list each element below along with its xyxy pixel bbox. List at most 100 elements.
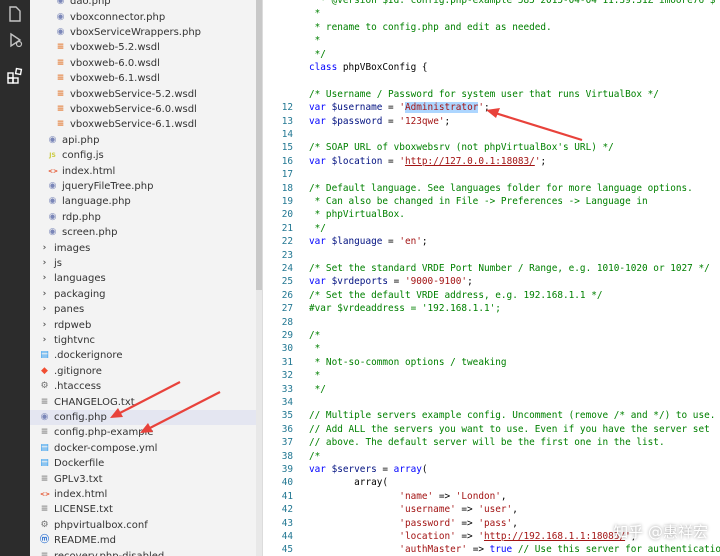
code-token: ; (467, 276, 473, 288)
file-tree-item[interactable]: ≡ vboxweb-6.0.wsdl (30, 56, 262, 71)
code-text: * (309, 342, 321, 355)
file-tree-item[interactable]: ≡ vboxwebService-6.0.wsdl (30, 102, 262, 117)
php-file-icon: ◉ (48, 134, 57, 145)
code-line: */ (263, 48, 720, 61)
code-text: #var $vrdeaddress = '192.168.1.1'; (309, 302, 501, 315)
code-line: 25 var $vrdeports = '9000-9100'; (263, 275, 720, 288)
code-token: 'name' (309, 490, 434, 502)
file-tree-item[interactable]: ⓜ README.md (30, 533, 262, 548)
file-tree-label: index.html (54, 488, 108, 500)
file-tree-item[interactable]: › rdpweb (30, 317, 262, 332)
file-tree-item[interactable]: <> index.html (30, 163, 262, 178)
file-tree-item[interactable]: ◉ config.php (30, 409, 262, 426)
code-line: class phpVBoxConfig { (263, 61, 720, 74)
extensions-icon[interactable] (5, 66, 25, 86)
line-number: 19 (281, 196, 293, 207)
code-token: = (382, 236, 400, 248)
file-tree-item[interactable]: ◉ api.php (30, 133, 262, 148)
code-editor[interactable]: * @version $Id: config.php-example 585 2… (263, 0, 720, 556)
file-tree-item[interactable]: ≡ config.php-example (30, 425, 262, 440)
code-text: // Multiple servers example config. Unco… (309, 409, 715, 422)
file-tree-label: phpvirtualbox.conf (54, 519, 148, 531)
line-number: 20 (281, 209, 293, 221)
file-tree-label: recovery.php-disabled (54, 551, 164, 556)
code-text: /* Set the standard VRDE Port Number / R… (309, 262, 710, 275)
line-number: 40 (281, 477, 293, 489)
file-tree-item[interactable]: ≡ GPLv3.txt (30, 471, 262, 486)
file-tree-item[interactable]: › tightvnc (30, 333, 262, 348)
file-tree-item[interactable]: ▤ .dockerignore (30, 348, 262, 363)
folder-chevron-icon: › (42, 319, 47, 330)
code-token: var (309, 464, 332, 475)
file-tree-label: screen.php (62, 227, 118, 239)
code-token: $servers (331, 464, 377, 475)
file-tree-item[interactable]: ≡ vboxweb-5.2.wsdl (30, 40, 262, 55)
code-token: * (309, 343, 321, 355)
file-tree-item[interactable]: <> index.html (30, 487, 262, 502)
file-tree-item[interactable]: ◉ rdp.php (30, 210, 262, 225)
file-tree-item[interactable]: ◉ vboxconnector.php (30, 9, 262, 24)
line-number: 38 (281, 450, 293, 462)
code-token: => (455, 504, 479, 516)
line-number: 28 (281, 316, 293, 328)
file-tree-item[interactable]: › images (30, 240, 262, 255)
code-line: * (263, 34, 720, 47)
code-line: 16 var $location = 'http://127.0.0.1:1808… (263, 155, 720, 168)
files-icon[interactable] (5, 4, 25, 24)
wsdl-file-icon: ≡ (56, 73, 65, 84)
file-tree-item[interactable]: ◉ jqueryFileTree.php (30, 179, 262, 194)
file-tree-label: GPLv3.txt (54, 473, 103, 485)
code-line: 22 var $language = 'en'; (263, 235, 720, 248)
wsdl-file-icon: ≡ (56, 42, 65, 53)
file-tree-item[interactable]: ≡ vboxweb-6.1.wsdl (30, 71, 262, 86)
file-tree-item[interactable]: ≡ LICENSE.txt (30, 502, 262, 517)
code-token: $location (331, 155, 383, 167)
file-tree-item[interactable]: ▤ docker-compose.yml (30, 441, 262, 456)
line-number: 35 (281, 410, 293, 422)
code-token: // Use this server for authentication (512, 544, 720, 556)
file-tree-item[interactable]: ◉ language.php (30, 194, 262, 209)
file-tree-item[interactable]: ⚙ phpvirtualbox.conf (30, 518, 262, 533)
code-text: * @version $Id: config.php-example 585 2… (309, 0, 715, 7)
file-tree-item[interactable]: › languages (30, 271, 262, 286)
file-tree-label: CHANGELOG.txt (54, 396, 135, 408)
code-text: /* (309, 450, 320, 463)
file-tree-item[interactable]: ⚙ .htaccess (30, 379, 262, 394)
file-tree-item[interactable]: ≡ vboxwebService-5.2.wsdl (30, 86, 262, 101)
file-tree-item[interactable]: ≡ recovery.php-disabled (30, 548, 262, 556)
code-line: 34 (263, 396, 720, 409)
code-line: 42 'username' => 'user', (263, 503, 720, 516)
code-token: '123qwe' (399, 115, 445, 127)
code-token: , (512, 504, 518, 516)
file-tree-item[interactable]: ▤ Dockerfile (30, 456, 262, 471)
file-tree-item[interactable]: ◉ dao.php (30, 0, 262, 9)
code-token: = (382, 102, 400, 114)
line-number: 27 (281, 303, 293, 315)
code-token: var (309, 236, 332, 248)
code-line: 37 // above. The default server will be t… (263, 436, 720, 449)
code-text: var $password = '123qwe'; (309, 115, 450, 128)
file-tree-item[interactable]: › panes (30, 302, 262, 317)
line-number: 17 (281, 169, 293, 181)
file-tree-item[interactable]: ≡ CHANGELOG.txt (30, 394, 262, 409)
file-tree-item[interactable]: ◉ screen.php (30, 225, 262, 240)
file-tree-label: vboxweb-6.0.wsdl (70, 57, 160, 69)
file-tree-item[interactable]: ◆ .gitignore (30, 364, 262, 379)
debug-icon[interactable] (5, 30, 25, 50)
line-number: 42 (281, 504, 293, 516)
file-tree-label: index.html (62, 165, 116, 177)
code-text: 'name' => 'London', (309, 490, 506, 503)
file-tree-label: language.php (62, 196, 131, 208)
file-tree-item[interactable]: › packaging (30, 287, 262, 302)
code-text: * phpVirtualBox. (309, 208, 405, 221)
code-line: 17 (263, 168, 720, 181)
file-tree-item[interactable]: ≡ vboxwebService-6.1.wsdl (30, 117, 262, 132)
file-tree-item[interactable]: › js (30, 256, 262, 271)
code-text: var $username = 'Administrator'; (309, 101, 490, 114)
file-tree-item[interactable]: ◉ vboxServiceWrappers.php (30, 25, 262, 40)
code-token: 'pass' (478, 517, 513, 529)
code-token: = (382, 115, 400, 127)
line-number: 34 (281, 397, 293, 408)
file-tree-item[interactable]: JS config.js (30, 148, 262, 163)
php-file-icon: ◉ (48, 196, 57, 207)
